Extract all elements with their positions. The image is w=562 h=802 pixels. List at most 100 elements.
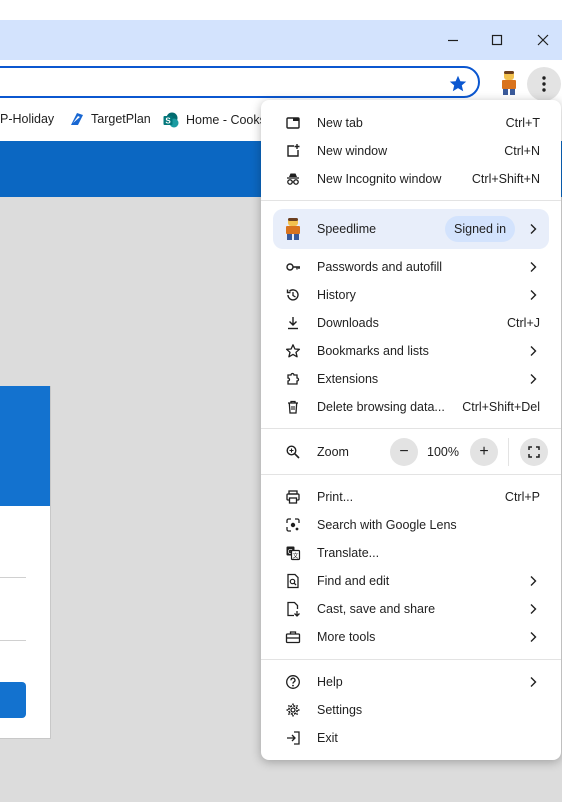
bookmark-label: P-Holiday	[0, 112, 55, 126]
puzzle-icon	[287, 372, 300, 385]
chevron-right-icon	[530, 224, 537, 234]
menu-item-label: Print...	[317, 490, 354, 504]
zoom-divider	[508, 438, 509, 466]
menu-zoom-row: Zoom − 100% +	[261, 438, 561, 466]
three-dots-vertical-icon	[542, 76, 546, 92]
menu-item-label: Delete browsing data...	[317, 400, 445, 414]
menu-item-print[interactable]: Print... Ctrl+P	[261, 483, 561, 511]
plus-icon: +	[479, 443, 489, 460]
menu-profile-row[interactable]: Speedlime Signed in	[273, 209, 549, 249]
card-primary-button[interactable]	[0, 682, 26, 718]
menu-item-extensions[interactable]: Extensions	[261, 365, 561, 393]
menu-item-shortcut: Ctrl+Shift+Del	[462, 400, 540, 414]
menu-item-exit[interactable]: Exit	[261, 724, 561, 752]
settings-gear-icon	[286, 703, 300, 717]
menu-item-label: Downloads	[317, 316, 379, 330]
menu-item-new-window[interactable]: New window Ctrl+N	[261, 137, 561, 165]
menu-item-label: Extensions	[317, 372, 379, 386]
menu-item-more-tools[interactable]: More tools	[261, 623, 561, 651]
menu-item-shortcut: Ctrl+Shift+N	[471, 172, 540, 186]
menu-item-history[interactable]: History	[261, 281, 561, 309]
toolbox-icon	[285, 631, 301, 644]
zoom-label: Zoom	[317, 445, 349, 459]
help-icon	[286, 675, 300, 689]
menu-item-label: Translate...	[317, 546, 380, 560]
bookmark-home-cooks[interactable]: S Home - Cooks	[163, 112, 266, 128]
menu-separator	[261, 200, 561, 201]
close-icon	[537, 34, 549, 46]
cast-save-icon	[287, 601, 300, 617]
menu-item-cast-save-share[interactable]: Cast, save and share	[261, 595, 561, 623]
menu-item-settings[interactable]: Settings	[261, 696, 561, 724]
menu-item-shortcut: Ctrl+T	[505, 116, 540, 130]
targetplan-icon	[71, 113, 83, 125]
menu-item-shortcut: Ctrl+N	[504, 144, 540, 158]
menu-item-shortcut: Ctrl+J	[507, 316, 540, 330]
fullscreen-icon	[528, 446, 540, 458]
menu-item-label: New window	[317, 144, 388, 158]
menu-item-label: More tools	[317, 630, 376, 644]
chevron-right-icon	[530, 677, 537, 687]
bookmark-targetplan[interactable]: TargetPlan	[70, 112, 151, 126]
menu-item-label: Settings	[317, 703, 363, 717]
minimize-button[interactable]	[430, 20, 476, 60]
chevron-right-icon	[530, 374, 537, 384]
menu-item-label: Find and edit	[317, 574, 390, 588]
chrome-main-menu: New tab Ctrl+T New window Ctrl+N New Inc…	[261, 100, 561, 760]
menu-item-find-edit[interactable]: Find and edit	[261, 567, 561, 595]
bookmark-label: TargetPlan	[91, 112, 151, 126]
menu-item-new-tab[interactable]: New tab Ctrl+T	[261, 109, 561, 137]
history-icon	[286, 289, 299, 301]
zoom-in-button[interactable]: +	[470, 438, 498, 466]
zoom-level: 100%	[427, 445, 459, 459]
exit-icon	[287, 731, 300, 745]
sharepoint-icon: S	[163, 112, 179, 128]
lego-avatar-icon	[286, 218, 300, 240]
menu-item-label: Help	[317, 675, 343, 689]
print-icon	[286, 490, 300, 504]
menu-item-label: Passwords and autofill	[317, 260, 443, 274]
chevron-right-icon	[530, 290, 537, 300]
profile-avatar-icon[interactable]	[497, 70, 521, 96]
bookmark-star-icon[interactable]	[448, 74, 468, 94]
fullscreen-button[interactable]	[520, 438, 548, 466]
card-divider	[0, 640, 26, 641]
star-outline-icon	[285, 344, 301, 358]
menu-item-translate[interactable]: G文 Translate...	[261, 539, 561, 567]
chevron-right-icon	[530, 576, 537, 586]
menu-separator	[261, 474, 561, 475]
menu-item-delete-browsing-data[interactable]: Delete browsing data... Ctrl+Shift+Del	[261, 393, 561, 421]
menu-item-label: Exit	[317, 731, 338, 745]
chevron-right-icon	[530, 632, 537, 642]
screen-top-strip	[0, 0, 562, 20]
menu-item-label: History	[317, 288, 356, 302]
chevron-right-icon	[530, 262, 537, 272]
card-divider	[0, 577, 26, 578]
menu-item-label: New tab	[317, 116, 363, 130]
menu-item-passwords-autofill[interactable]: Passwords and autofill	[261, 253, 561, 281]
translate-icon: G文	[286, 546, 301, 561]
menu-item-downloads[interactable]: Downloads Ctrl+J	[261, 309, 561, 337]
menu-item-shortcut: Ctrl+P	[504, 490, 540, 504]
menu-separator	[261, 659, 561, 660]
new-window-icon	[287, 144, 300, 157]
lens-icon	[286, 518, 300, 532]
signed-in-badge: Signed in	[445, 216, 516, 242]
menu-item-bookmarks-lists[interactable]: Bookmarks and lists	[261, 337, 561, 365]
maximize-button[interactable]	[474, 20, 520, 60]
new-tab-icon	[286, 117, 300, 129]
menu-item-help[interactable]: Help	[261, 668, 561, 696]
menu-item-google-lens[interactable]: Search with Google Lens	[261, 511, 561, 539]
bookmark-p-holiday[interactable]: P-Holiday	[0, 112, 54, 126]
menu-item-label: Search with Google Lens	[317, 518, 457, 532]
menu-separator	[261, 428, 561, 429]
zoom-out-button[interactable]: −	[390, 438, 418, 466]
key-icon	[286, 263, 300, 271]
address-bar[interactable]	[0, 66, 480, 98]
download-icon	[288, 317, 298, 330]
menu-item-new-incognito-window[interactable]: New Incognito window Ctrl+Shift+N	[261, 165, 561, 193]
chrome-menu-button[interactable]	[527, 67, 561, 101]
close-window-button[interactable]	[520, 20, 562, 60]
svg-text:文: 文	[292, 552, 298, 560]
minus-icon: −	[399, 443, 409, 460]
